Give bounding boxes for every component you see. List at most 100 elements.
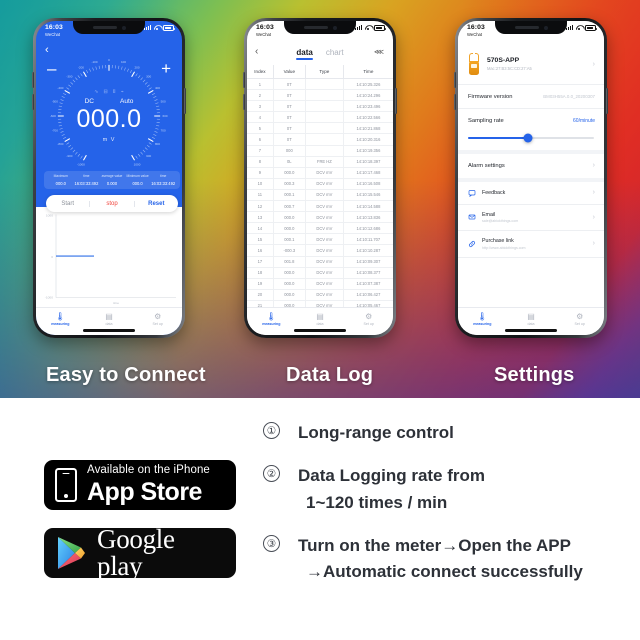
status-carrier: WeChat (256, 32, 272, 38)
table-cell: 19 (247, 278, 274, 290)
table-row[interactable]: 10 000.3 DCV mV 14:10:16.508 (247, 178, 393, 190)
reset-button[interactable]: Reset (133, 200, 178, 207)
table-cell: DCV mV (305, 178, 344, 190)
table-cell: DCV mV (305, 211, 344, 224)
table-row[interactable]: 16 -000.3 DCV mV 14:10:10.287 (247, 244, 393, 257)
table-row[interactable]: 3 0T 14:10:23.496 (247, 100, 393, 113)
table-row[interactable]: 18 000.0 DCV mV 14:10:08.377 (247, 267, 393, 279)
table-row[interactable]: 13 000.0 DCV mV 14:10:13.836 (247, 211, 393, 224)
measuring-icon: 🌡 (477, 312, 488, 321)
tab-setup[interactable]: ⚙ Set up (133, 312, 182, 326)
sampling-rate-slider-wrap[interactable] (458, 128, 604, 154)
slider-knob[interactable] (523, 133, 533, 143)
device-card[interactable]: 570S-APP Mac:27:B3:5C:CD:27:A5 › (458, 43, 604, 85)
table-row[interactable]: 7 000 14:10:19.356 (247, 145, 393, 157)
feature-text: Data Logging rate from 1~120 times / min (298, 463, 485, 516)
stats-panel: Maximum time average value Minimum value tim… (44, 171, 180, 189)
table-cell: 5 (247, 122, 274, 135)
start-button[interactable]: Start (46, 201, 89, 207)
decrease-range-button[interactable]: – (47, 60, 56, 77)
data-chart-tabs[interactable]: data chart (247, 43, 393, 63)
back-button[interactable]: ‹ (45, 45, 49, 56)
table-row[interactable]: 8 0L FRE HZ 14:10:18.397 (247, 156, 393, 168)
setting-row-sampling-rate[interactable]: Sampling rate 60/minute (458, 109, 604, 128)
home-indicator (294, 329, 346, 332)
feature-item: ① Long-range control (263, 420, 635, 446)
status-carrier: WeChat (45, 32, 61, 38)
feature-line: Data Logging rate from (298, 466, 486, 486)
phone-notch (495, 21, 567, 34)
table-row[interactable]: 6 0T 14:10:20.316 (247, 133, 393, 146)
table-row[interactable]: 17 001.8 DCV mV 14:10:09.307 (247, 256, 393, 268)
wifi-icon (365, 25, 372, 31)
phone3-screen: 16:03 WeChat 570S-APP Mac:27:B3:5C:CD:27… (458, 21, 604, 335)
power-button (395, 88, 397, 114)
tab-data[interactable]: data (296, 48, 314, 60)
table-cell: 000.0 (273, 289, 306, 301)
data-icon: ▤ (316, 312, 324, 321)
table-cell: 14:10:21.868 (343, 122, 393, 135)
table-cell: 18 (247, 267, 274, 279)
sampling-rate-label: Sampling rate (468, 117, 504, 124)
tab-measuring[interactable]: 🌡 measuring (458, 312, 507, 326)
table-row[interactable]: 12 000.7 DCV mV 14:10:14.588 (247, 200, 393, 213)
log-table: Index Value Type Time 1 0T 14:10:25.326 2 0T 14:… (247, 65, 393, 307)
tab-measuring[interactable]: 🌡 measuring (247, 312, 296, 326)
table-cell: DCV mV (305, 167, 344, 179)
table-row[interactable]: 20 000.0 DCV mV 14:10:06.427 (247, 289, 393, 301)
app-store-badge[interactable]: Available on the iPhone App Store (44, 460, 236, 510)
table-column-header: Type (305, 65, 344, 79)
app-store-title: App Store (87, 477, 202, 506)
setting-row-feedback[interactable]: Feedback › (458, 182, 604, 205)
front-camera (121, 25, 126, 30)
table-cell: 17 (247, 256, 274, 268)
battery-icon (585, 25, 597, 31)
tab-setup[interactable]: ⚙ Set up (555, 312, 604, 326)
table-row[interactable]: 1 0T 14:10:25.326 (247, 78, 393, 91)
setting-row-purchase-link[interactable]: Purchase link http://www.abiokthings.com… (458, 231, 604, 258)
clamp-meter-icon (468, 53, 480, 75)
setting-row-alarm[interactable]: Alarm settings › (458, 154, 604, 182)
google-play-badge[interactable]: Google play (44, 526, 236, 580)
increase-range-button[interactable]: + (161, 60, 171, 77)
link-icon (468, 240, 476, 248)
sampling-rate-slider[interactable] (468, 133, 594, 143)
table-row[interactable]: 4 0T 14:10:22.566 (247, 111, 393, 124)
feature-line: 1~120 times / min (306, 492, 448, 512)
status-time: 16:03 (45, 24, 63, 31)
bottom-info-panel: Available on the iPhone App Store Google… (0, 398, 640, 640)
table-cell: 11 (247, 189, 274, 202)
data-log-table[interactable]: Index Value Type Time 1 0T 14:10:25.326 2 0T 14:… (247, 65, 393, 307)
table-row[interactable]: 21 000.0 DCV mV 14:10:05.467 (247, 300, 393, 307)
table-cell: 15 (247, 233, 274, 246)
table-row[interactable]: 15 000.1 DCV mV 14:10:11.707 (247, 233, 393, 246)
back-button[interactable]: ‹ (255, 46, 258, 57)
tab-chart[interactable]: chart (326, 48, 344, 59)
table-cell: 14:10:11.707 (343, 233, 393, 246)
feature-item: ② Data Logging rate from 1~120 times / min (263, 463, 635, 516)
stop-button[interactable]: stop (89, 200, 133, 207)
tab-data[interactable]: ▤ data (507, 312, 556, 326)
table-row[interactable]: 2 0T 14:10:24.296 (247, 89, 393, 102)
table-row[interactable]: 5 0T 14:10:21.868 (247, 122, 393, 135)
phone1-screen: 16:03 WeChat ‹ – + -1000 -900 -800 -700 -600… (36, 21, 182, 335)
sampling-rate-value: 60/minute (573, 117, 595, 124)
tab-setup[interactable]: ⚙ Set up (344, 312, 393, 326)
table-cell: DCV mV (305, 300, 344, 307)
table-column-header: Value (273, 65, 306, 79)
share-icon[interactable]: ⋘ (374, 48, 384, 56)
table-row[interactable]: 19 000.0 DCV mV 14:10:07.387 (247, 278, 393, 290)
tab-data[interactable]: ▤ data (296, 312, 345, 326)
phone-mockup-settings: 16:03 WeChat 570S-APP Mac:27:B3:5C:CD:27… (454, 18, 608, 338)
table-row[interactable]: 14 000.0 DCV mV 14:10:12.686 (247, 222, 393, 235)
setting-row-email[interactable]: Email sale@abiokthings.com › (458, 205, 604, 232)
table-header-row: Index Value Type Time (247, 65, 393, 79)
tab-data[interactable]: ▤ data (85, 312, 134, 326)
measure-value: 000.0 (76, 104, 142, 133)
table-cell: 14:10:15.546 (343, 189, 393, 202)
tab-measuring[interactable]: 🌡 measuring (36, 312, 85, 326)
table-row[interactable]: 9 000.0 DCV mV 14:10:17.468 (247, 167, 393, 179)
phone-mockup-datalog: 16:03 WeChat ‹ data chart ⋘ Index Value Ty… (243, 18, 397, 338)
table-cell: 14:10:12.686 (343, 222, 393, 235)
table-row[interactable]: 11 000.1 DCV mV 14:10:15.546 (247, 189, 393, 202)
